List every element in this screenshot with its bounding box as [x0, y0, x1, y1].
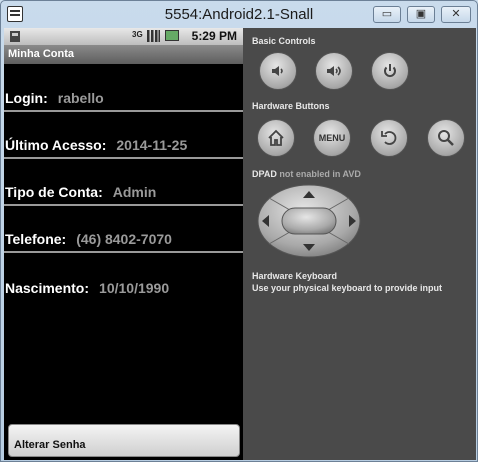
field-label: Último Acesso:	[5, 137, 107, 153]
search-button[interactable]	[427, 119, 465, 157]
window-title: 5554:Android2.1-Snall	[164, 6, 314, 23]
title-bar[interactable]: 5554:Android2.1-Snall ▭ ▣ ✕	[1, 1, 477, 27]
signal-icon	[147, 30, 161, 42]
emulator-window: 5554:Android2.1-Snall ▭ ▣ ✕ 3G 5:29 PM M…	[0, 0, 478, 462]
keyboard-info: Hardware Keyboard Use your physical keyb…	[252, 270, 442, 294]
field-label: Login:	[5, 90, 48, 106]
emulator-controls-panel: Basic Controls Hardware Buttons MENU DPA…	[243, 28, 476, 460]
keyboard-note: Use your physical keyboard to provide in…	[252, 283, 443, 293]
home-button[interactable]	[257, 119, 295, 157]
volume-down-icon	[272, 66, 283, 76]
field-value: Admin	[112, 184, 157, 200]
status-time: 5:29 PM	[191, 29, 237, 43]
field-value: rabello	[57, 90, 104, 106]
maximize-button[interactable]: ▣	[407, 6, 435, 23]
close-button[interactable]: ✕	[441, 6, 471, 23]
field-login: Login: rabello	[4, 65, 243, 112]
field-birthdate: Nascimento: 10/10/1990	[4, 253, 243, 300]
field-last-access: Último Acesso: 2014-11-25	[4, 112, 243, 159]
battery-icon	[165, 30, 180, 41]
back-icon	[381, 131, 397, 145]
home-icon	[268, 129, 284, 146]
search-icon	[438, 130, 454, 146]
dpad-note: not enabled in AVD	[279, 169, 361, 179]
field-label: Telefone:	[5, 231, 67, 247]
field-value: 10/10/1990	[99, 280, 170, 296]
dpad-heading: DPAD not enabled in AVD	[252, 169, 361, 179]
change-password-button[interactable]: Alterar Senha	[8, 424, 240, 457]
field-label: Nascimento:	[5, 280, 90, 296]
menu-button[interactable]: MENU	[313, 119, 351, 157]
field-value: (46) 8402-7070	[76, 231, 172, 247]
device-screen: 3G 5:29 PM Minha Conta Login: rabello Últ…	[4, 28, 243, 460]
volume-up-icon	[327, 66, 341, 76]
dpad-title: DPAD	[252, 169, 277, 179]
basic-controls-heading: Basic Controls	[252, 36, 316, 46]
page-title: Minha Conta	[4, 45, 243, 64]
network-3g-icon: 3G	[132, 30, 143, 39]
volume-down-button[interactable]	[259, 52, 297, 90]
power-icon	[384, 64, 396, 77]
field-label: Tipo de Conta:	[5, 184, 103, 200]
status-bar: 3G 5:29 PM	[4, 28, 243, 45]
field-value: 2014-11-25	[116, 137, 188, 153]
field-account-type: Tipo de Conta: Admin	[4, 159, 243, 206]
field-phone: Telefone: (46) 8402-7070	[4, 206, 243, 253]
dpad[interactable]	[257, 184, 362, 258]
sd-card-icon	[8, 30, 22, 43]
power-button[interactable]	[371, 52, 409, 90]
minimize-button[interactable]: ▭	[373, 6, 401, 23]
back-button[interactable]	[370, 119, 408, 157]
hardware-buttons-heading: Hardware Buttons	[252, 101, 330, 111]
menu-label: MENU	[318, 133, 346, 143]
volume-up-button[interactable]	[315, 52, 353, 90]
keyboard-title: Hardware Keyboard	[252, 271, 338, 281]
